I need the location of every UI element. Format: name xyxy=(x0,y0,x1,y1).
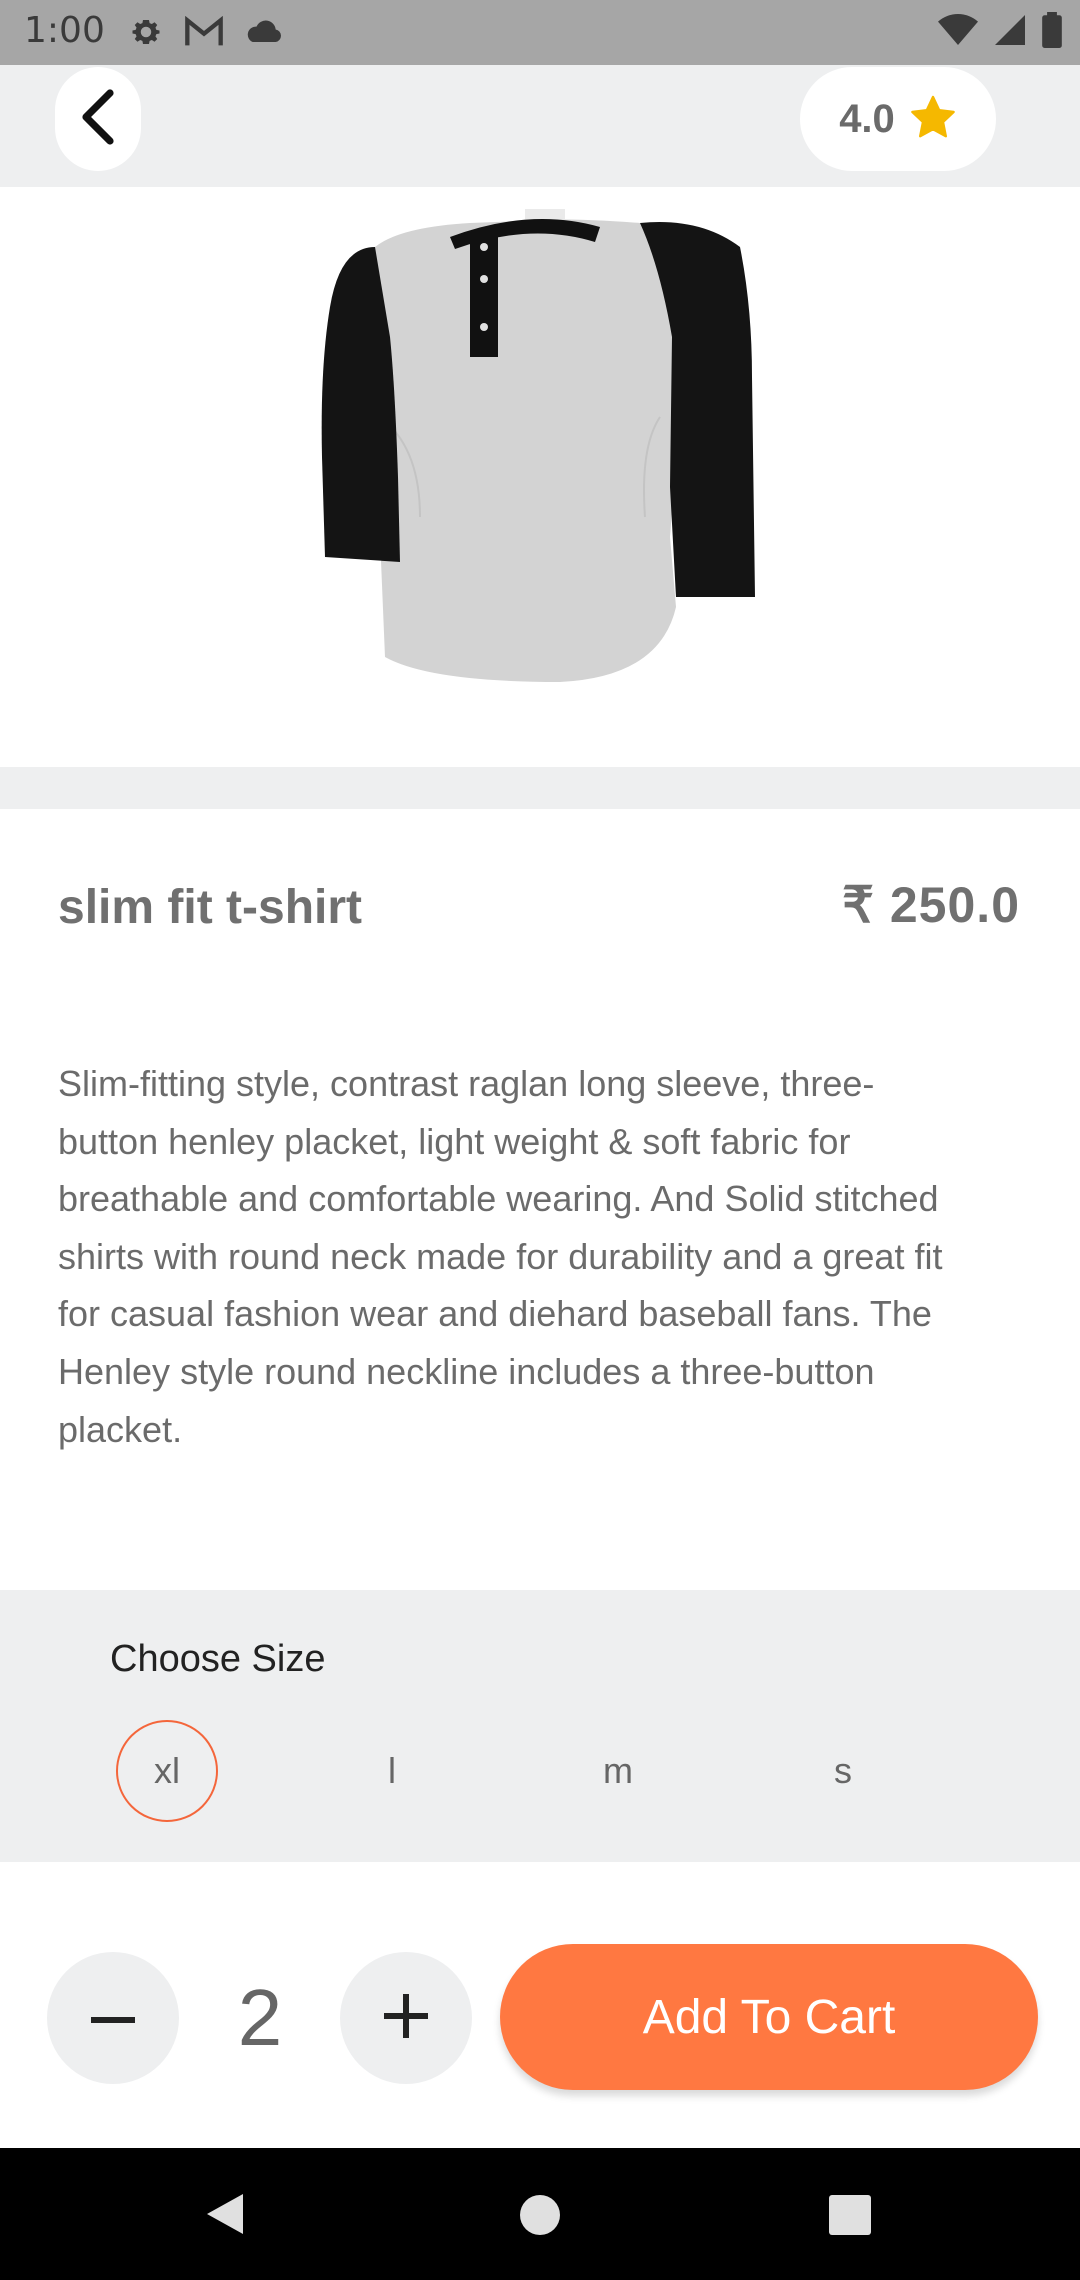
quantity-value: 2 xyxy=(237,1973,283,2062)
gmail-icon xyxy=(184,15,224,52)
recents-square-icon[interactable] xyxy=(829,2195,871,2239)
size-option-l[interactable]: l xyxy=(341,1720,443,1822)
increment-button[interactable] xyxy=(340,1952,472,2084)
plus-icon xyxy=(384,1994,428,2042)
product-price: ₹ 250.0 xyxy=(842,877,1020,933)
choose-size-label: Choose Size xyxy=(110,1638,326,1680)
gear-icon xyxy=(128,14,164,54)
product-description: Slim-fitting style, contrast raglan long… xyxy=(58,1063,943,1450)
signal-icon xyxy=(992,12,1028,52)
wifi-icon xyxy=(938,13,978,51)
size-option-m[interactable]: m xyxy=(567,1720,669,1822)
product-title: slim fit t-shirt xyxy=(58,881,363,934)
chevron-left-icon xyxy=(76,87,120,151)
minus-icon xyxy=(91,2009,135,2028)
back-triangle-icon[interactable] xyxy=(205,2192,245,2240)
product-image-area xyxy=(0,187,1080,767)
status-time: 1:00 xyxy=(24,10,105,51)
status-bar: 1:00 xyxy=(0,0,1080,65)
cloud-icon xyxy=(244,17,284,51)
navigation-bar xyxy=(0,2148,1080,2280)
product-image xyxy=(321,209,755,682)
star-icon xyxy=(909,94,957,144)
back-button[interactable] xyxy=(55,67,141,171)
add-to-cart-button[interactable]: Add To Cart xyxy=(500,1944,1038,2090)
size-option-xl[interactable]: xl xyxy=(116,1720,218,1822)
decrement-button[interactable] xyxy=(47,1952,179,2084)
home-circle-icon[interactable] xyxy=(519,2194,561,2240)
battery-icon xyxy=(1042,12,1062,52)
rating-value: 4.0 xyxy=(839,96,895,141)
divider-band xyxy=(0,767,1080,809)
size-option-s[interactable]: s xyxy=(792,1720,894,1822)
rating-badge: 4.0 xyxy=(800,67,996,171)
